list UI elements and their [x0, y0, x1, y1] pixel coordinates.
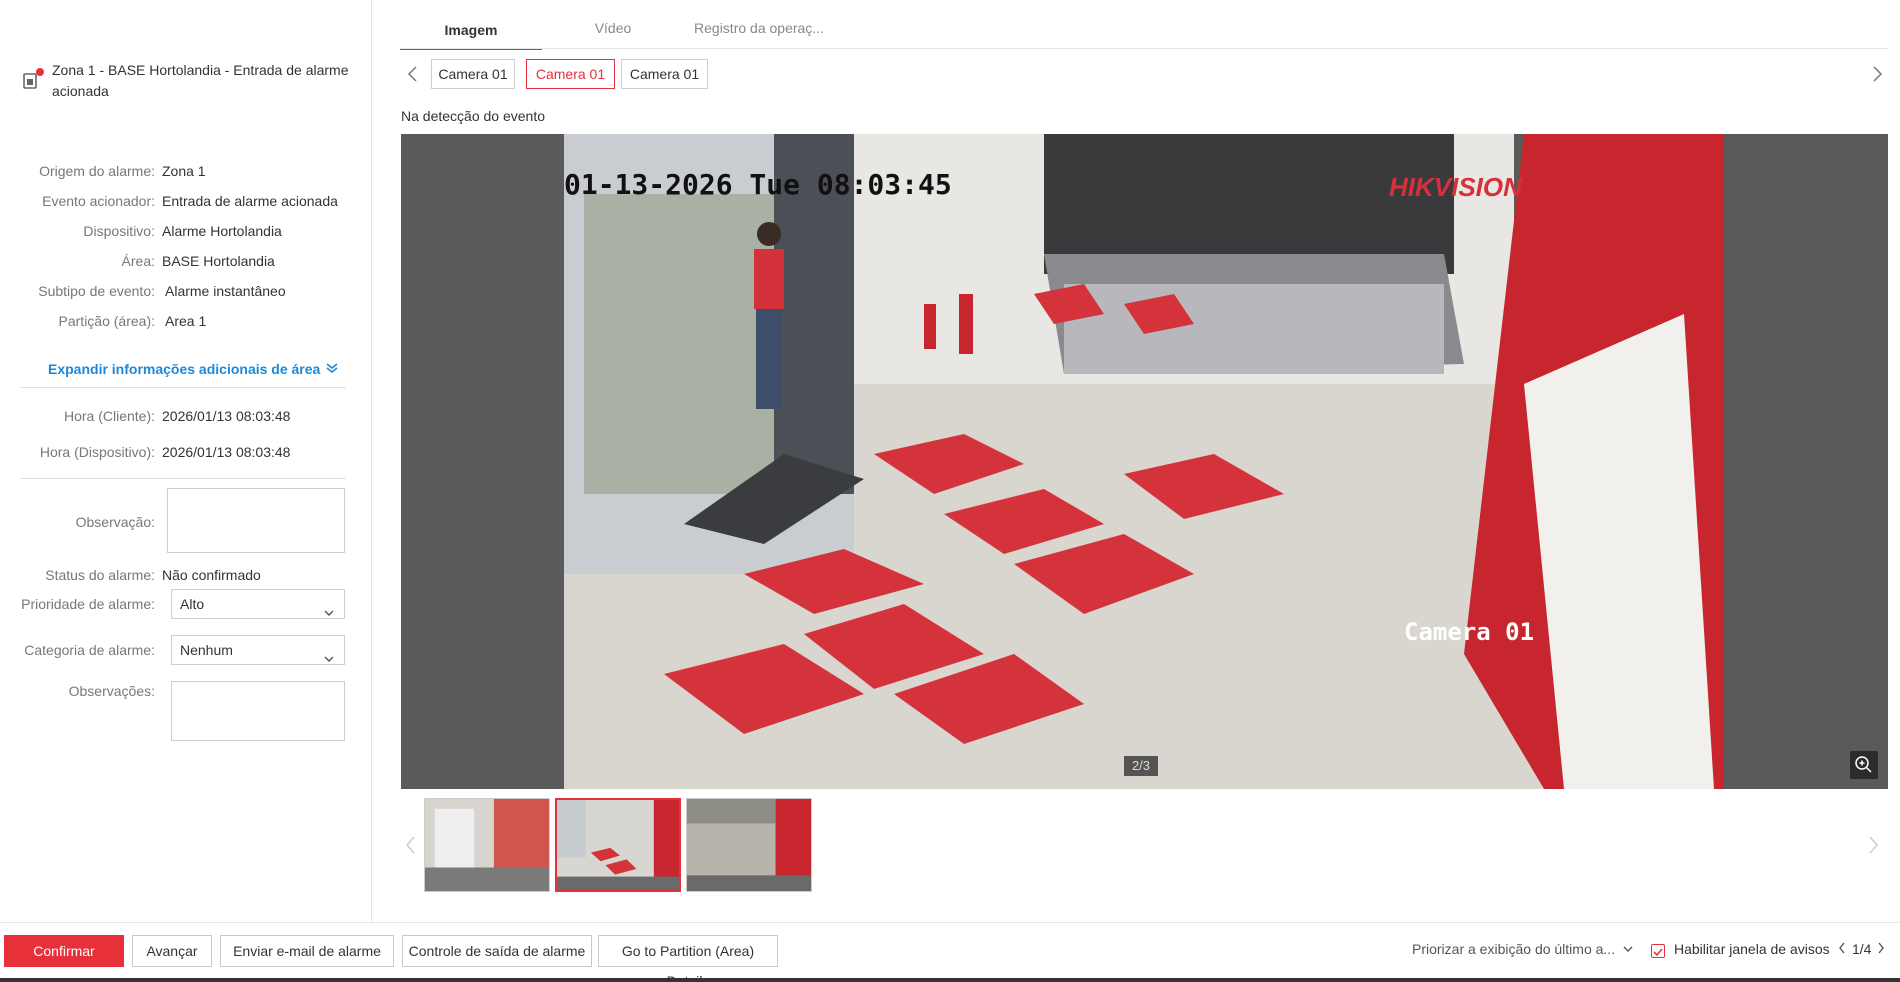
camera-tab-1[interactable]: Camera 01: [431, 59, 515, 89]
detail-value: Area 1: [165, 313, 207, 329]
detail-value: Alarme instantâneo: [165, 283, 286, 299]
chevron-down-icon: [1623, 946, 1633, 952]
double-chevron-down-icon: [326, 361, 338, 377]
camera-tab-3[interactable]: Camera 01: [621, 59, 708, 89]
zoom-button[interactable]: [1850, 751, 1878, 779]
pager-value: 1/4: [1852, 941, 1872, 957]
confirm-button[interactable]: Confirmar: [4, 935, 124, 967]
detail-label: Dispositivo:: [83, 223, 155, 239]
tab-imagem[interactable]: Imagem: [400, 16, 542, 50]
camera-next-button[interactable]: [1868, 64, 1886, 84]
divider: [20, 387, 346, 388]
alarm-input-icon: [22, 68, 44, 94]
camera-snapshot: 01-13-2026 Tue 08:03:45 Camera 01 HIKVIS…: [564, 134, 1724, 789]
alarm-title: Zona 1 - BASE Hortolandia - Entrada de a…: [52, 62, 349, 99]
bottom-edge: [0, 978, 1900, 982]
detail-label: Área:: [121, 253, 155, 269]
categoria-select[interactable]: Nenhum: [171, 635, 345, 665]
detail-value: Alarme Hortolandia: [162, 223, 282, 239]
time-row-client: Hora (Cliente): 2026/01/13 08:03:48: [0, 406, 372, 426]
observacoes-label: Observações:: [68, 683, 155, 699]
categoria-value: Nenhum: [180, 642, 233, 658]
thumbnail-2[interactable]: [555, 798, 681, 892]
priority-display-select[interactable]: Priorizar a exibição do último a...: [1412, 941, 1633, 957]
tab-registro[interactable]: Registro da operaç...: [684, 16, 834, 50]
chevron-right-icon: [1878, 942, 1885, 954]
prioridade-label: Prioridade de alarme:: [21, 596, 155, 612]
pager-next-button[interactable]: [1877, 941, 1885, 957]
image-page-indicator: 2/3: [1124, 756, 1158, 776]
detail-label: Evento acionador:: [42, 193, 155, 209]
enable-window-label: Habilitar janela de avisos: [1674, 941, 1830, 957]
timestamp-osd: 01-13-2026 Tue 08:03:45: [564, 168, 952, 201]
action-bar: Confirmar Avançar Enviar e-mail de alarm…: [0, 922, 1900, 982]
partition-details-button[interactable]: Go to Partition (Area) Details: [598, 935, 778, 982]
expand-area-info-link[interactable]: Expandir informações adicionais de área: [48, 361, 338, 377]
detail-label: Subtipo de evento:: [38, 283, 155, 299]
chevron-down-icon: [324, 599, 334, 616]
chevron-left-icon: [1839, 942, 1845, 954]
observacao-label: Observação:: [75, 514, 155, 530]
detail-row-area: Área: BASE Hortolandia: [0, 251, 372, 271]
categoria-label: Categoria de alarme:: [24, 642, 155, 658]
time-label: Hora (Dispositivo):: [39, 444, 155, 460]
detail-row-origem: Origem do alarme: Zona 1: [0, 161, 372, 181]
divider: [20, 478, 346, 479]
status-label: Status do alarme:: [45, 567, 155, 583]
zoom-in-icon: [1855, 756, 1872, 773]
status-value: Não confirmado: [162, 567, 261, 583]
expand-area-info-label: Expandir informações adicionais de área: [48, 361, 321, 377]
alarm-pager: 1/4: [1838, 941, 1885, 957]
detail-value: Entrada de alarme acionada: [162, 193, 338, 209]
event-caption: Na detecção do evento: [401, 108, 545, 124]
alarm-details-panel: Zona 1 - BASE Hortolandia - Entrada de a…: [0, 0, 372, 922]
time-label: Hora (Cliente):: [63, 408, 155, 424]
time-value: 2026/01/13 08:03:48: [162, 444, 291, 460]
camera-osd: Camera 01: [1404, 618, 1535, 646]
image-viewer[interactable]: 01-13-2026 Tue 08:03:45 Camera 01 HIKVIS…: [401, 134, 1888, 789]
tab-divider: [400, 48, 1888, 49]
thumbnail-1[interactable]: [424, 798, 550, 892]
alarm-output-button[interactable]: Controle de saída de alarme: [402, 935, 592, 967]
thumbnail-3[interactable]: [686, 798, 812, 892]
alarm-header: Zona 1 - BASE Hortolandia - Entrada de a…: [22, 60, 352, 102]
thumb-prev-button[interactable]: [404, 834, 418, 856]
detail-value: Zona 1: [162, 163, 206, 179]
detail-row-evento: Evento acionador: Entrada de alarme acio…: [0, 191, 372, 211]
enable-window-checkbox[interactable]: [1651, 944, 1665, 958]
detail-label: Partição (área):: [58, 313, 155, 329]
camera-prev-button[interactable]: [404, 64, 422, 84]
time-value: 2026/01/13 08:03:48: [162, 408, 291, 424]
brand-osd: HIKVISION: [1389, 172, 1522, 202]
camera-tab-2[interactable]: Camera 01: [526, 59, 615, 89]
detail-row-subtipo: Subtipo de evento: Alarme instantâneo: [0, 281, 372, 301]
chevron-down-icon: [324, 645, 334, 662]
pager-prev-button[interactable]: [1838, 941, 1846, 957]
advance-button[interactable]: Avançar: [132, 935, 212, 967]
observacao-textarea[interactable]: [167, 488, 345, 553]
detail-row-dispositivo: Dispositivo: Alarme Hortolandia: [0, 221, 372, 241]
send-email-button[interactable]: Enviar e-mail de alarme: [220, 935, 394, 967]
priority-display-label: Priorizar a exibição do último a...: [1412, 941, 1616, 957]
detail-value: BASE Hortolandia: [162, 253, 275, 269]
detail-label: Origem do alarme:: [39, 163, 155, 179]
detail-row-particao: Partição (área): Area 1: [0, 311, 372, 331]
chevron-right-icon: [1873, 66, 1883, 82]
chevron-left-icon: [406, 836, 415, 854]
tab-video[interactable]: Vídeo: [542, 16, 684, 50]
time-row-device: Hora (Dispositivo): 2026/01/13 08:03:48: [0, 442, 372, 462]
thumb-next-button[interactable]: [1866, 834, 1880, 856]
observacoes-textarea[interactable]: [171, 681, 345, 741]
prioridade-select[interactable]: Alto: [171, 589, 345, 619]
chevron-left-icon: [407, 66, 417, 82]
chevron-right-icon: [1869, 836, 1878, 854]
status-row: Status do alarme: Não confirmado: [0, 565, 372, 585]
prioridade-value: Alto: [180, 596, 205, 612]
checkmark-icon: [1653, 948, 1663, 957]
media-tabs: Imagem Vídeo Registro da operaç...: [400, 16, 834, 50]
